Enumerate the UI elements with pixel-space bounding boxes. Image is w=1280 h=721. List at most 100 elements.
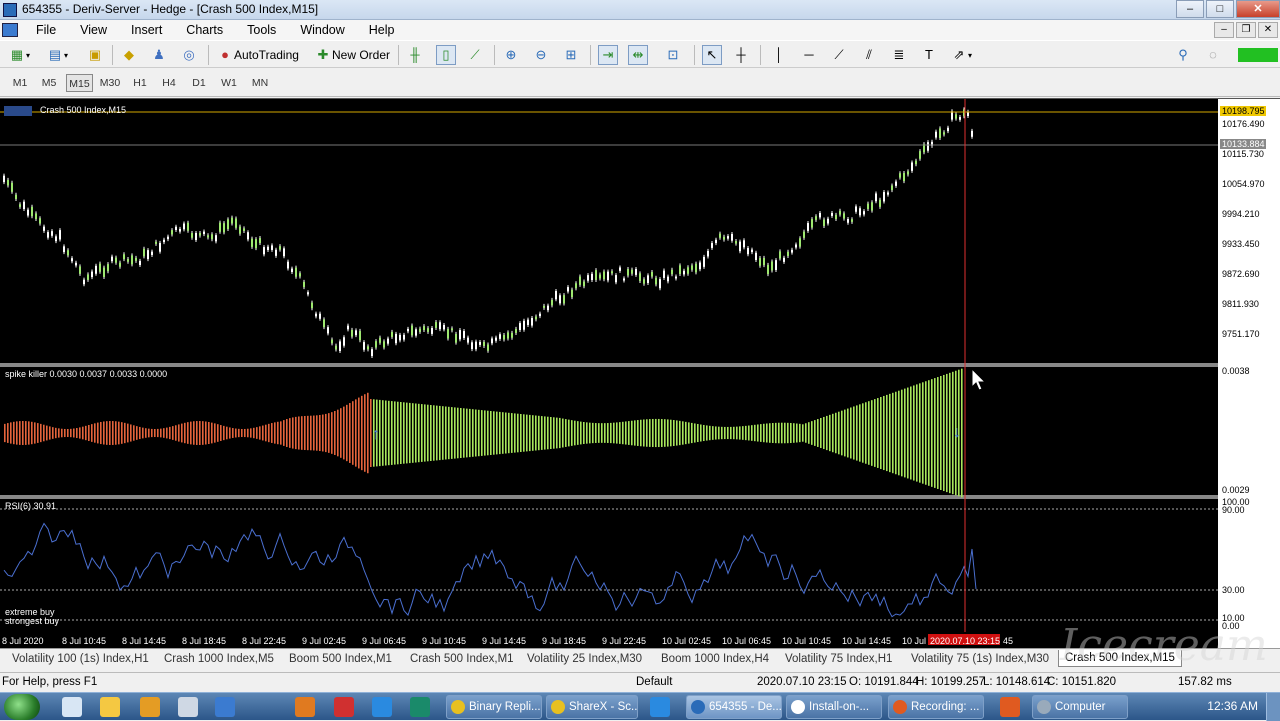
new-chart-button[interactable]: ▦ ▾ xyxy=(8,45,30,65)
time-label: 8 Jul 22:45 xyxy=(242,636,286,646)
tf-w1[interactable]: W1 xyxy=(218,74,240,92)
tf-d1[interactable]: D1 xyxy=(188,74,210,92)
chart-tab[interactable]: Volatility 75 Index,H1 xyxy=(785,653,892,665)
candle-body xyxy=(275,249,277,256)
tile-windows-button[interactable]: ⊞ xyxy=(562,45,580,65)
autotrading-button[interactable]: ● AutoTrading xyxy=(216,45,299,65)
firefox-icon[interactable] xyxy=(295,697,315,717)
tf-m1[interactable]: M1 xyxy=(8,74,32,92)
tf-h1[interactable]: H1 xyxy=(129,74,151,92)
cursor-tool-button[interactable]: ↖ xyxy=(702,45,722,65)
crosshair-tool-button[interactable]: ┼ xyxy=(732,45,750,65)
chart-tab[interactable]: Boom 1000 Index,H4 xyxy=(661,653,769,665)
profiles-button[interactable]: ▤ ▾ xyxy=(46,45,68,65)
market-watch-button[interactable]: ▣ xyxy=(86,45,104,65)
quicklaunch-icon[interactable] xyxy=(100,697,120,717)
histogram-bar xyxy=(58,428,60,438)
menu-window[interactable]: Window xyxy=(288,23,356,37)
histogram-bar xyxy=(106,421,108,445)
quicklaunch-icon[interactable] xyxy=(334,697,354,717)
new-order-button[interactable]: ✚ New Order xyxy=(314,45,390,65)
start-button[interactable] xyxy=(4,694,40,720)
ie-icon[interactable] xyxy=(372,697,392,717)
chart-tab[interactable]: Boom 500 Index,M1 xyxy=(289,653,392,665)
candlestick-button[interactable]: ▯ xyxy=(436,45,456,65)
tf-m5[interactable]: M5 xyxy=(37,74,61,92)
navigator-button[interactable]: ◆ xyxy=(120,45,138,65)
menu-view[interactable]: View xyxy=(68,23,119,37)
candle-body xyxy=(567,287,569,292)
task-mt4[interactable]: 654355 - De... xyxy=(686,695,782,719)
tf-m30[interactable]: M30 xyxy=(97,74,123,92)
chat-button[interactable]: ◌ xyxy=(1204,45,1222,65)
task-binary[interactable]: Binary Repli... xyxy=(446,695,542,719)
candle-body xyxy=(647,275,649,283)
histogram-bar xyxy=(427,404,429,462)
histogram-bar xyxy=(82,426,84,440)
trendline-button[interactable]: ⟋ xyxy=(830,45,848,65)
task-install[interactable]: Install-on-... xyxy=(786,695,882,719)
fibonacci-button[interactable]: ≣ xyxy=(890,45,908,65)
tf-h4[interactable]: H4 xyxy=(158,74,180,92)
menu-charts[interactable]: Charts xyxy=(174,23,235,37)
mdi-buttons: – ❐ ✕ xyxy=(1212,22,1278,38)
quicklaunch-icon[interactable] xyxy=(215,697,235,717)
quicklaunch-icon[interactable] xyxy=(140,697,160,717)
menu-tools[interactable]: Tools xyxy=(235,23,288,37)
chart-tab[interactable]: Crash 500 Index,M1 xyxy=(410,653,514,665)
chart-tab[interactable]: Crash 1000 Index,M5 xyxy=(164,653,274,665)
chart-shift-button[interactable]: ⇹ xyxy=(628,45,648,65)
tf-mn[interactable]: MN xyxy=(248,74,272,92)
menu-help[interactable]: Help xyxy=(357,23,407,37)
chart-window[interactable]: Crash 500 Index,M15 spike killer 0.0030 … xyxy=(0,98,1280,649)
indicators-button[interactable]: ⊡ xyxy=(664,45,682,65)
terminal-button[interactable]: ♟ xyxy=(150,45,168,65)
candle-body xyxy=(407,328,409,332)
search-button[interactable]: ⚲ xyxy=(1174,45,1192,65)
histogram-bar xyxy=(946,373,948,493)
zoom-out-button[interactable]: ⊖ xyxy=(532,45,550,65)
show-desktop-button[interactable] xyxy=(1266,693,1280,721)
text-tool-button[interactable]: T xyxy=(920,45,938,65)
chart-tab-active[interactable]: Crash 500 Index,M15 xyxy=(1058,650,1182,667)
auto-scroll-button[interactable]: ⇥ xyxy=(598,45,618,65)
chart-tab[interactable]: Volatility 25 Index,M30 xyxy=(527,653,642,665)
quicklaunch-icon[interactable] xyxy=(410,697,430,717)
tray-app-icon[interactable] xyxy=(1000,697,1020,717)
mdi-minimize-button[interactable]: – xyxy=(1214,22,1234,38)
chart-window-icon[interactable] xyxy=(2,23,18,37)
vertical-line-button[interactable]: │ xyxy=(770,45,788,65)
price-chart[interactable]: Crash 500 Index,M15 spike killer 0.0030 … xyxy=(0,99,1280,649)
line-chart-button[interactable]: ⟋ xyxy=(466,45,484,65)
candle-body xyxy=(855,206,857,212)
candle-body xyxy=(507,332,509,339)
chart-tab[interactable]: Volatility 100 (1s) Index,H1 xyxy=(12,653,149,665)
mdi-restore-button[interactable]: ❐ xyxy=(1236,22,1256,38)
bar-chart-button[interactable]: ╫ xyxy=(406,45,424,65)
quicklaunch-icon[interactable] xyxy=(62,697,82,717)
candle-body xyxy=(831,212,833,216)
minimize-button[interactable]: – xyxy=(1176,0,1204,18)
close-button[interactable]: ✕ xyxy=(1236,0,1280,18)
chart-tab[interactable]: Volatility 75 (1s) Index,M30 xyxy=(911,653,1049,665)
arrows-button[interactable]: ⇗ ▾ xyxy=(950,45,972,65)
tf-m15[interactable]: M15 xyxy=(66,74,93,92)
candle-body xyxy=(659,279,661,289)
cursor-time-tag: 2020.07.10 23:15 xyxy=(930,636,1000,646)
menu-file[interactable]: File xyxy=(24,23,68,37)
candle-body xyxy=(891,185,893,191)
candle-body xyxy=(15,194,17,199)
maximize-button[interactable]: □ xyxy=(1206,0,1234,18)
menu-insert[interactable]: Insert xyxy=(119,23,174,37)
task-sharex[interactable]: ShareX - Sc... xyxy=(546,695,638,719)
task-computer[interactable]: Computer xyxy=(1032,695,1128,719)
channel-button[interactable]: ⫽ xyxy=(860,45,878,65)
histogram-bar xyxy=(178,424,180,442)
mdi-close-button[interactable]: ✕ xyxy=(1258,22,1278,38)
ie-icon[interactable] xyxy=(650,697,670,717)
horizontal-line-button[interactable]: ─ xyxy=(800,45,818,65)
strategy-tester-button[interactable]: ◎ xyxy=(180,45,198,65)
task-recording[interactable]: Recording: ... xyxy=(888,695,984,719)
quicklaunch-icon[interactable] xyxy=(178,697,198,717)
zoom-in-button[interactable]: ⊕ xyxy=(502,45,520,65)
